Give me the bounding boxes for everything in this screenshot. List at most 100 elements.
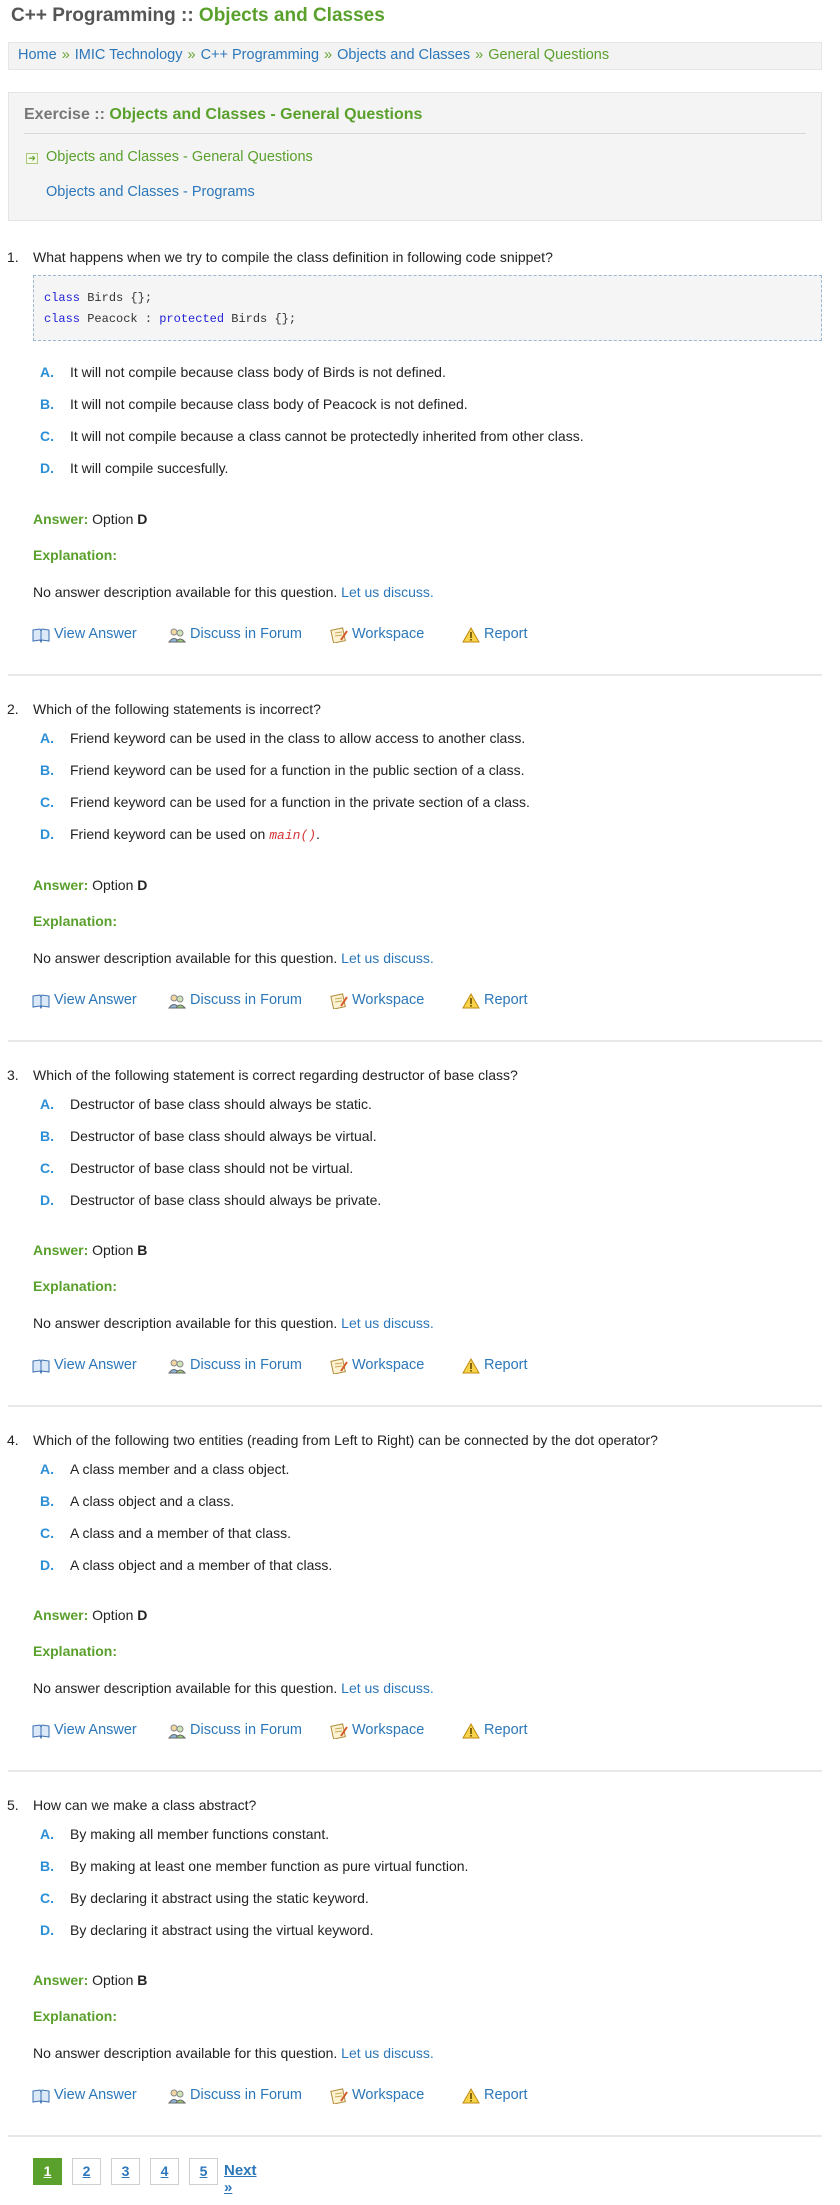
option-letter: C.: [40, 1890, 54, 1906]
warning-icon: [462, 627, 480, 643]
page-2-button[interactable]: 2: [72, 2158, 101, 2185]
option-a[interactable]: A. Friend keyword can be used in the clas…: [40, 730, 525, 746]
discuss-forum-button[interactable]: Discuss in Forum: [168, 1722, 302, 1739]
next-page-button[interactable]: Next »: [224, 2162, 257, 2196]
view-answer-button[interactable]: View Answer: [32, 2087, 137, 2104]
option-text: It will not compile because class body o…: [70, 396, 468, 412]
page-5-button[interactable]: 5: [189, 2158, 218, 2185]
option-c[interactable]: C. Friend keyword can be used for a funct…: [40, 794, 530, 810]
discuss-link[interactable]: Let us discuss.: [341, 584, 434, 600]
option-d[interactable]: D. Destructor of base class should always…: [40, 1192, 381, 1208]
answer-label: Answer:: [33, 1242, 89, 1258]
option-b[interactable]: B. It will not compile because class body…: [40, 396, 468, 412]
option-text: It will not compile because class body o…: [70, 364, 446, 380]
option-c[interactable]: C. Destructor of base class should not be…: [40, 1160, 353, 1176]
breadcrumb-objects[interactable]: Objects and Classes: [337, 47, 470, 63]
answer-label: Answer:: [33, 1972, 89, 1988]
option-word: Option: [92, 511, 134, 527]
code-text: Birds {};: [80, 291, 153, 305]
explanation-text: No answer description available for this…: [33, 950, 434, 966]
option-b[interactable]: B. By making at least one member function…: [40, 1858, 468, 1874]
view-answer-button[interactable]: View Answer: [32, 626, 137, 643]
no-description-text: No answer description available for this…: [33, 584, 338, 600]
option-d[interactable]: D. It will compile succesfully.: [40, 460, 228, 476]
report-button[interactable]: Report: [462, 1357, 528, 1374]
option-a[interactable]: A. Destructor of base class should always…: [40, 1096, 372, 1112]
option-b[interactable]: B. Destructor of base class should always…: [40, 1128, 377, 1144]
breadcrumb-separator: »: [324, 47, 333, 63]
no-description-text: No answer description available for this…: [33, 1680, 338, 1696]
discuss-forum-label: Discuss in Forum: [190, 2087, 302, 2103]
discuss-link[interactable]: Let us discuss.: [341, 950, 434, 966]
answer-value: D: [137, 1607, 148, 1623]
option-text: By making all member functions constant.: [70, 1826, 330, 1842]
option-suffix: .: [316, 826, 320, 842]
report-button[interactable]: Report: [462, 992, 528, 1009]
option-text: Destructor of base class should always b…: [70, 1192, 382, 1208]
option-a[interactable]: A. It will not compile because class body…: [40, 364, 446, 380]
discuss-forum-button[interactable]: Discuss in Forum: [168, 626, 302, 643]
exercise-link-general[interactable]: Objects and Classes - General Questions: [46, 149, 313, 165]
answer-label: Answer:: [33, 511, 89, 527]
exercise-link-programs[interactable]: Objects and Classes - Programs: [46, 184, 255, 200]
option-c[interactable]: C. It will not compile because a class ca…: [40, 428, 584, 444]
explanation-text: No answer description available for this…: [33, 2045, 434, 2061]
option-text: A class object and a member of that clas…: [70, 1557, 333, 1573]
answer-line: Answer: Option D: [33, 1607, 147, 1623]
option-word: Option: [92, 1607, 134, 1623]
breadcrumb-imic[interactable]: IMIC Technology: [75, 47, 183, 63]
workspace-button[interactable]: Workspace: [330, 2087, 424, 2104]
option-letter: A.: [40, 364, 54, 380]
question-divider: [8, 1405, 822, 1407]
option-d[interactable]: D. Friend keyword can be used on main().: [40, 826, 320, 843]
option-c[interactable]: C. A class and a member of that class.: [40, 1525, 291, 1541]
discuss-forum-button[interactable]: Discuss in Forum: [168, 2087, 302, 2104]
option-letter: A.: [40, 1096, 54, 1112]
discuss-forum-label: Discuss in Forum: [190, 626, 302, 642]
discuss-link[interactable]: Let us discuss.: [341, 1680, 434, 1696]
option-d[interactable]: D. By declaring it abstract using the vir…: [40, 1922, 373, 1938]
page-3-button[interactable]: 3: [111, 2158, 140, 2185]
option-text: Friend keyword can be used for a functio…: [70, 762, 525, 778]
option-d[interactable]: D. A class object and a member of that cl…: [40, 1557, 332, 1573]
answer-label: Answer:: [33, 877, 89, 893]
option-letter: B.: [40, 396, 54, 412]
option-text: It will compile succesfully.: [70, 460, 229, 476]
question-text: How can we make a class abstract?: [33, 1797, 257, 1813]
answer-line: Answer: Option D: [33, 511, 147, 527]
discuss-link[interactable]: Let us discuss.: [341, 1315, 434, 1331]
workspace-button[interactable]: Workspace: [330, 626, 424, 643]
no-description-text: No answer description available for this…: [33, 950, 338, 966]
view-answer-button[interactable]: View Answer: [32, 1722, 137, 1739]
option-b[interactable]: B. A class object and a class.: [40, 1493, 234, 1509]
answer-line: Answer: Option D: [33, 877, 147, 893]
option-a[interactable]: A. A class member and a class object.: [40, 1461, 289, 1477]
discuss-forum-button[interactable]: Discuss in Forum: [168, 992, 302, 1009]
discuss-link[interactable]: Let us discuss.: [341, 2045, 434, 2061]
breadcrumb-current: General Questions: [488, 47, 610, 63]
report-button[interactable]: Report: [462, 1722, 528, 1739]
view-answer-button[interactable]: View Answer: [32, 1357, 137, 1374]
option-a[interactable]: A. By making all member functions constan…: [40, 1826, 329, 1842]
report-button[interactable]: Report: [462, 626, 528, 643]
option-b[interactable]: B. Friend keyword can be used for a funct…: [40, 762, 524, 778]
breadcrumb-cpp[interactable]: C++ Programming: [201, 47, 319, 63]
breadcrumb-home[interactable]: Home: [18, 47, 57, 63]
workspace-button[interactable]: Workspace: [330, 992, 424, 1009]
option-c[interactable]: C. By declaring it abstract using the sta…: [40, 1890, 369, 1906]
question-divider: [8, 1770, 822, 1772]
workspace-button[interactable]: Workspace: [330, 1722, 424, 1739]
workspace-button[interactable]: Workspace: [330, 1357, 424, 1374]
page-4-button[interactable]: 4: [150, 2158, 179, 2185]
view-answer-button[interactable]: View Answer: [32, 992, 137, 1009]
discuss-forum-button[interactable]: Discuss in Forum: [168, 1357, 302, 1374]
page-1-button[interactable]: 1: [33, 2158, 62, 2185]
answer-value: B: [137, 1242, 148, 1258]
question-number: 2.: [7, 701, 19, 717]
option-text: Destructor of base class should not be v…: [70, 1160, 354, 1176]
option-word: Option: [92, 1972, 134, 1988]
report-button[interactable]: Report: [462, 2087, 528, 2104]
page-title: C++ Programming :: Objects and Classes: [11, 5, 385, 27]
warning-icon: [462, 993, 480, 1009]
code-keyword: class: [44, 312, 81, 326]
